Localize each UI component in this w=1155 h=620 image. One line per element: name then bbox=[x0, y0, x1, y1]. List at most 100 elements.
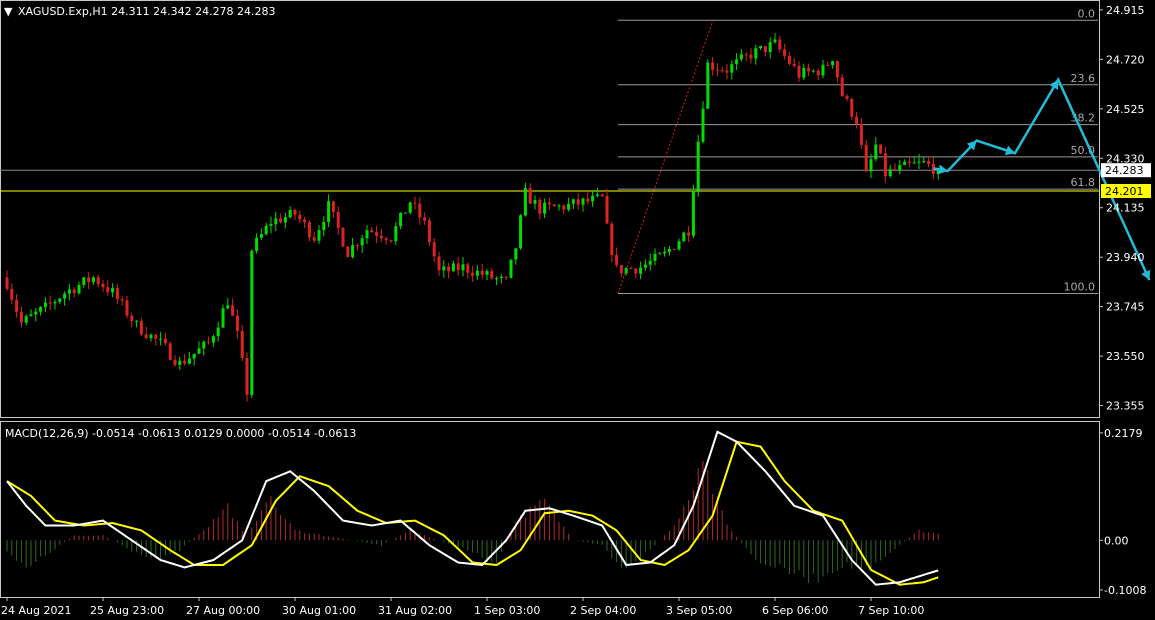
time-tick-label: 25 Aug 23:00 bbox=[90, 604, 164, 617]
candle-body bbox=[677, 241, 681, 250]
candle-body bbox=[629, 268, 633, 270]
candle-body bbox=[735, 59, 739, 65]
candle-body bbox=[451, 263, 455, 272]
candle-body bbox=[576, 199, 580, 205]
candle-body bbox=[317, 230, 321, 241]
time-tick-label: 31 Aug 02:00 bbox=[378, 604, 452, 617]
candle-body bbox=[245, 357, 249, 395]
candle-body bbox=[298, 214, 302, 220]
candle-body bbox=[528, 188, 532, 204]
candle-body bbox=[821, 64, 825, 76]
candle-body bbox=[845, 96, 849, 99]
candle-body bbox=[514, 248, 518, 260]
candle-body bbox=[480, 270, 484, 275]
candle-body bbox=[715, 69, 719, 71]
candle-body bbox=[221, 308, 225, 328]
candle-body bbox=[408, 202, 412, 213]
candle-body bbox=[351, 245, 355, 258]
candle-body bbox=[591, 195, 595, 202]
candle-body bbox=[600, 194, 604, 197]
candle-body bbox=[240, 330, 244, 358]
candle-body bbox=[34, 311, 38, 315]
candle-body bbox=[663, 251, 667, 254]
candle-body bbox=[67, 289, 71, 294]
candle-body bbox=[754, 48, 758, 59]
candle-body bbox=[543, 202, 547, 214]
candle-body bbox=[547, 202, 551, 205]
current-price-tag: 24.283 bbox=[1101, 163, 1151, 178]
candle-body bbox=[331, 201, 335, 213]
candle-body bbox=[490, 271, 494, 279]
candle-body bbox=[739, 54, 743, 60]
fib-level-label: 100.0 bbox=[1064, 280, 1096, 293]
candle-body bbox=[58, 298, 62, 302]
time-tick-label: 7 Sep 10:00 bbox=[858, 604, 924, 617]
candle-body bbox=[327, 201, 331, 222]
candle-body bbox=[111, 288, 115, 293]
candle-body bbox=[384, 238, 388, 241]
candle-body bbox=[192, 353, 196, 359]
candle-body bbox=[504, 276, 508, 278]
candle-body bbox=[605, 196, 609, 224]
candle-body bbox=[586, 198, 590, 202]
candle-body bbox=[533, 199, 537, 204]
candle-body bbox=[907, 161, 911, 163]
candle-body bbox=[744, 54, 748, 56]
candle-body bbox=[682, 232, 686, 242]
price-tick-label: 24.915 bbox=[1106, 4, 1145, 17]
candle-body bbox=[293, 209, 297, 215]
candle-body bbox=[523, 188, 527, 216]
candle-body bbox=[672, 249, 676, 251]
candle-body bbox=[519, 215, 523, 249]
candle-body bbox=[178, 360, 182, 365]
symbol-caret[interactable]: ▼ bbox=[4, 5, 13, 18]
fib-level-label: 23.6 bbox=[1071, 72, 1096, 85]
candle-body bbox=[346, 246, 350, 258]
candle-body bbox=[701, 108, 705, 142]
candle-body bbox=[840, 77, 844, 97]
candle-body bbox=[471, 272, 475, 276]
candle-body bbox=[922, 161, 926, 163]
macd-info: MACD(12,26,9) -0.0514 -0.0613 0.0129 0.0… bbox=[5, 427, 356, 440]
candle-body bbox=[197, 348, 201, 354]
candle-body bbox=[562, 205, 566, 210]
candle-body bbox=[101, 284, 105, 288]
candle-body bbox=[19, 311, 23, 323]
candle-body bbox=[399, 212, 403, 227]
candle-body bbox=[763, 46, 767, 53]
candle-body bbox=[259, 234, 263, 238]
macd-tick-label: 0.2179 bbox=[1104, 427, 1143, 440]
candle-body bbox=[912, 162, 916, 164]
candle-body bbox=[231, 305, 235, 316]
candle-body bbox=[413, 202, 417, 204]
candle-body bbox=[759, 46, 763, 49]
candle-body bbox=[850, 98, 854, 117]
candle-body bbox=[96, 277, 100, 285]
candle-body bbox=[653, 253, 657, 261]
candle-body bbox=[173, 359, 177, 365]
candle-body bbox=[706, 62, 710, 109]
candle-body bbox=[567, 203, 571, 210]
candle-body bbox=[322, 221, 326, 231]
candle-body bbox=[389, 240, 393, 242]
candle-body bbox=[610, 223, 614, 255]
candle-body bbox=[456, 263, 460, 271]
candle-body bbox=[691, 190, 695, 236]
candle-body bbox=[365, 230, 369, 239]
candle-body bbox=[485, 271, 489, 275]
candle-body bbox=[571, 199, 575, 204]
fib-level-label: 61.8 bbox=[1071, 176, 1096, 189]
candle-body bbox=[437, 256, 441, 271]
candle-body bbox=[115, 288, 119, 300]
candle-body bbox=[639, 267, 643, 274]
time-tick-label: 6 Sep 06:00 bbox=[762, 604, 828, 617]
price-tick-label: 23.745 bbox=[1106, 301, 1145, 314]
candle-body bbox=[29, 314, 33, 317]
candle-body bbox=[168, 343, 172, 360]
candle-body bbox=[802, 67, 806, 78]
candle-body bbox=[211, 336, 215, 343]
candle-body bbox=[288, 209, 292, 218]
candle-body bbox=[269, 224, 273, 226]
line-price-tag: 24.201 bbox=[1101, 183, 1151, 198]
candle-body bbox=[883, 153, 887, 176]
